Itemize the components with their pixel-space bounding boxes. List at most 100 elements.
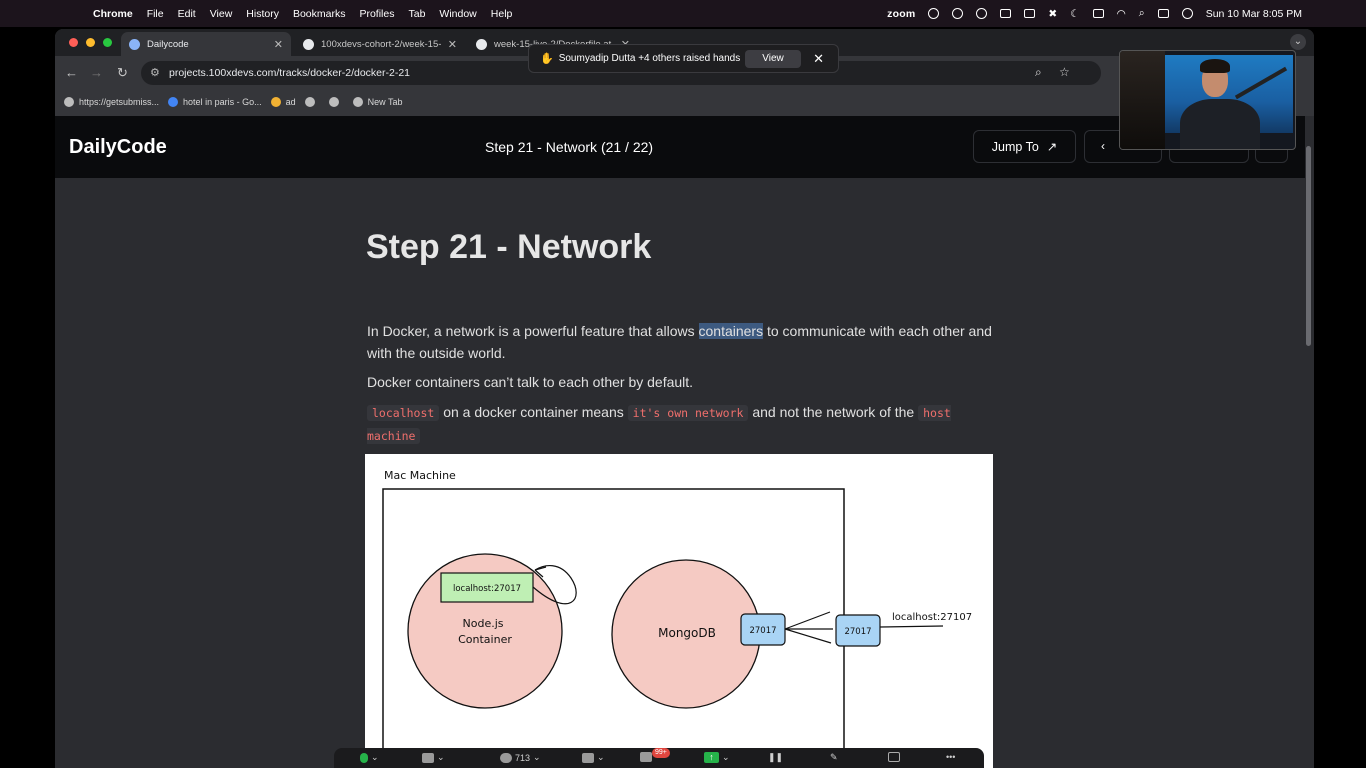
bookmark-settings[interactable] [328,97,344,107]
forward-arrow-icon[interactable]: → [90,66,103,80]
chevron-left-icon: ‹ [1101,139,1105,153]
more-button[interactable]: ••• [946,752,955,762]
app-header: DailyCode Step 21 - Network (21 / 22) Ju… [55,116,1305,178]
url-text: projects.100xdevs.com/tracks/docker-2/do… [169,67,411,79]
chat-button[interactable]: ⌄ [582,752,605,763]
close-window-button[interactable] [69,38,78,47]
close-tab-icon[interactable]: ✕ [274,38,283,51]
reactions-icon [640,752,652,762]
menu-extra-icon[interactable] [976,8,988,19]
mac-machine-label: Mac Machine [384,469,456,482]
page-scrollbar[interactable] [1306,146,1311,346]
brand-logo[interactable]: DailyCode [69,136,167,159]
video-thumbnail[interactable] [1119,50,1296,150]
cloud-icon[interactable] [952,8,964,19]
mute-button[interactable]: ⌄ [360,752,379,763]
menu-profiles[interactable]: Profiles [359,8,394,20]
step-title: Step 21 - Network (21 / 22) [485,139,654,155]
host-port-label: 27017 [844,627,871,637]
video-button[interactable]: ⌄ [422,752,445,763]
diagram-svg: Mac Machine localhost:27017 Node.js Cont… [382,469,972,768]
window-icon[interactable] [1000,9,1012,18]
menu-edit[interactable]: Edit [178,8,196,20]
zoom-magnifier-icon[interactable]: ⌕ [1035,65,1042,80]
menubar-datetime[interactable]: Sun 10 Mar 8:05 PM [1206,8,1302,20]
bookmark-label: ad [285,97,296,107]
chevron-down-icon: ⌄ [437,752,445,762]
back-arrow-icon[interactable]: ← [65,66,78,80]
annotate-button[interactable]: ✎ [830,752,838,763]
nodejs-label-line1: Node.js [463,617,504,630]
tab-dailycode[interactable]: Dailycode ✕ [121,32,291,56]
siri-icon[interactable] [1181,8,1193,19]
bookmark-star-icon[interactable]: ☆ [1059,65,1070,79]
bookmark-getsubmiss[interactable]: https://getsubmiss... [64,97,159,107]
jump-to-button[interactable]: Jump To ↗ [973,130,1076,163]
zoom-status-item[interactable]: zoom [887,8,915,20]
bookmark-label: New Tab [367,97,403,107]
menu-view[interactable]: View [210,8,233,20]
chevron-down-icon: ⌄ [597,752,605,762]
menu-window[interactable]: Window [439,8,476,20]
menu-app-name[interactable]: Chrome [93,8,133,20]
tab-search-chevron-icon[interactable]: ⌄ [1290,34,1306,50]
minimize-window-button[interactable] [86,38,95,47]
page-title: Step 21 - Network [366,228,652,266]
raised-hand-icon: ✋ [540,53,554,65]
chat-bubble-icon [582,752,594,763]
arrow-up-right-icon: ↗ [1046,140,1058,154]
moon-icon[interactable]: ☾ [1070,8,1079,20]
jump-to-label: Jump To [991,139,1039,154]
web-page: DailyCode Step 21 - Network (21 / 22) Ju… [55,116,1314,768]
chevron-down-icon: ⌄ [533,752,541,762]
share-screen-button[interactable]: ↑ ⌄ [704,752,730,763]
pause-icon: ❚❚ [768,752,784,762]
zoom-meeting-controls: ⌄ ⌄ 713 ⌄ ⌄ 99+ ↑ ⌄ ❚❚ ✎ ••• [334,748,984,768]
view-raised-hands-button[interactable]: View [745,50,801,68]
window-controls [69,38,112,47]
participants-button[interactable]: 713 ⌄ [500,752,541,763]
globe-icon [352,97,363,107]
pause-share-button[interactable]: ❚❚ [768,752,783,763]
close-notification-icon[interactable]: ✕ [813,51,824,67]
text-span: on a docker container means [439,404,628,420]
chevron-down-icon: ⌄ [722,752,730,762]
outside-localhost-label: localhost:27107 [892,612,972,623]
mongodb-label: MongoDB [658,626,716,640]
zoom-window-button[interactable] [103,38,112,47]
close-x-icon[interactable]: ✖ [1048,8,1057,20]
site-info-icon[interactable]: ⚙ [150,66,160,79]
battery-icon[interactable] [1092,9,1104,18]
inline-code: it's own network [627,405,749,421]
menu-tab[interactable]: Tab [408,8,425,20]
raised-hands-text: Soumyadip Dutta +4 others raised hands [558,53,741,64]
control-center-icon[interactable] [1157,9,1169,18]
bookmark-ad[interactable]: ad [270,97,296,107]
bookmark-hotel-paris[interactable]: hotel in paris - Go... [168,97,262,107]
focus-mode-button[interactable] [888,752,900,762]
bookmark-label: https://getsubmiss... [79,97,160,107]
paragraph-default: Docker containers can’t talk to each oth… [367,374,694,390]
bookmark-globe[interactable] [304,97,320,107]
screen-share-icon[interactable] [928,8,940,19]
presenter-hair [1200,59,1230,73]
screen: Chrome File Edit View History Bookmarks … [0,0,1366,768]
reload-icon[interactable]: ↻ [117,66,128,80]
wifi-icon[interactable]: ◠ [1117,8,1126,20]
close-tab-icon[interactable]: ✕ [448,38,457,51]
mongodb-inner-port-label: 27017 [749,626,776,636]
menu-help[interactable]: Help [491,8,513,20]
menu-file[interactable]: File [147,8,164,20]
selected-text: containers [698,323,764,339]
menu-history[interactable]: History [246,8,279,20]
menu-bookmarks[interactable]: Bookmarks [293,8,346,20]
bookmark-new-tab[interactable]: New Tab [352,97,403,107]
reactions-button[interactable] [640,752,652,762]
text-span: In Docker, a network is a powerful featu… [367,323,699,339]
spotlight-search-icon[interactable]: ⌕ [1139,7,1145,20]
clipboard-icon[interactable] [1024,9,1036,18]
menubar-status-area: zoom ✖ ☾ ◠ ⌕ Sun 10 Mar 8:05 PM [887,7,1302,20]
google-icon [168,97,179,107]
video-background-shelf [1120,51,1165,149]
tab-github-cohort[interactable]: 100xdevs-cohort-2/week-15- ✕ [295,32,465,56]
